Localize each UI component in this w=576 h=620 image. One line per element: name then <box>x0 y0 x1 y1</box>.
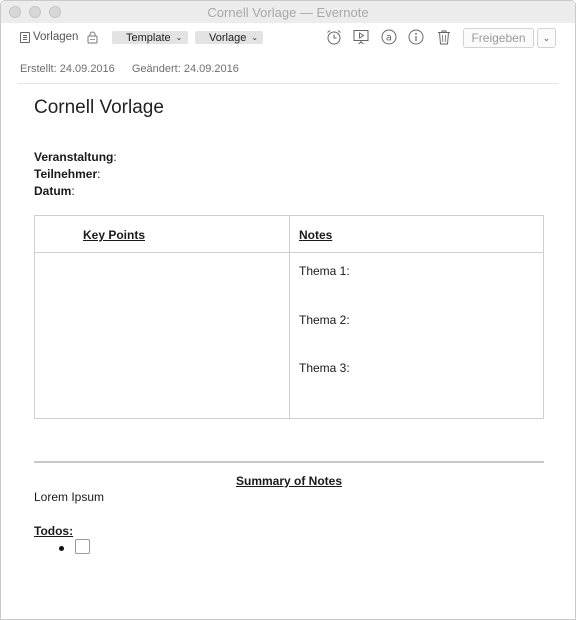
field-separator: : <box>113 150 117 164</box>
created-date: Erstellt: 24.09.2016 <box>20 63 115 75</box>
bullet <box>59 546 64 551</box>
todos-header[interactable]: Todos: <box>34 524 73 538</box>
note-info-icon[interactable] <box>407 28 425 46</box>
reminder-alarm-icon[interactable] <box>325 28 343 46</box>
tag-pill-template[interactable]: Template ⌄ <box>112 31 188 44</box>
share-options-button[interactable]: ⌄ <box>537 28 556 48</box>
field-label: Veranstaltung <box>34 150 114 164</box>
presentation-icon[interactable] <box>352 28 370 46</box>
topic-line[interactable]: Thema 3: <box>299 361 350 375</box>
trash-icon[interactable] <box>435 28 453 46</box>
topic-line[interactable]: Thema 2: <box>299 313 350 327</box>
divider <box>18 83 558 84</box>
work-chat-at-icon[interactable]: a <box>380 28 398 46</box>
tag-label: Template <box>126 31 171 44</box>
note-metadata: Erstellt: 24.09.2016 Geändert: 24.09.201… <box>20 63 239 75</box>
svg-text:a: a <box>386 33 392 44</box>
title-bar: Cornell Vorlage — Evernote <box>1 1 575 23</box>
summary-header[interactable]: Summary of Notes <box>34 474 544 488</box>
field-veranstaltung[interactable]: Veranstaltung: <box>34 149 117 166</box>
notebook-icon <box>20 31 30 43</box>
note-header-fields[interactable]: Veranstaltung: Teilnehmer: Datum: <box>34 149 117 200</box>
chevron-down-icon: ⌄ <box>542 32 551 43</box>
field-label: Datum <box>34 184 72 198</box>
field-separator: : <box>71 184 75 198</box>
key-points-header[interactable]: Key Points <box>83 228 145 242</box>
cornell-table[interactable]: Key Points Notes Thema 1: Thema 2: Thema… <box>34 215 544 419</box>
field-label: Teilnehmer <box>34 167 98 181</box>
chevron-down-icon: ⌄ <box>175 33 183 42</box>
chevron-down-icon: ⌄ <box>251 33 259 42</box>
field-separator: : <box>97 167 101 181</box>
field-teilnehmer[interactable]: Teilnehmer: <box>34 166 117 183</box>
share-button[interactable]: Freigeben <box>463 28 534 48</box>
notes-header[interactable]: Notes <box>299 228 332 242</box>
note-toolbar: Vorlagen Template ⌄ Vorlage ⌄ a Freigebe… <box>1 23 575 53</box>
summary-divider <box>34 461 544 463</box>
notebook-label: Vorlagen <box>33 31 79 43</box>
tag-label: Vorlage <box>209 31 247 44</box>
tag-pill-vorlage[interactable]: Vorlage ⌄ <box>195 31 263 44</box>
field-datum[interactable]: Datum: <box>34 183 117 200</box>
table-column-divider <box>289 216 290 419</box>
modified-date: Geändert: 24.09.2016 <box>131 63 239 75</box>
todo-checkbox[interactable] <box>75 539 90 554</box>
notebook-selector[interactable]: Vorlagen <box>20 31 78 43</box>
table-row-divider <box>35 252 544 253</box>
note-lock-icon[interactable] <box>87 31 98 44</box>
summary-text[interactable]: Lorem Ipsum <box>34 490 104 504</box>
evernote-window: Cornell Vorlage — Evernote Vorlagen Temp… <box>0 0 576 620</box>
topic-line[interactable]: Thema 1: <box>299 264 350 278</box>
window-title: Cornell Vorlage — Evernote <box>207 5 369 20</box>
todo-list-item[interactable] <box>59 539 90 554</box>
note-title[interactable]: Cornell Vorlage <box>34 97 164 119</box>
